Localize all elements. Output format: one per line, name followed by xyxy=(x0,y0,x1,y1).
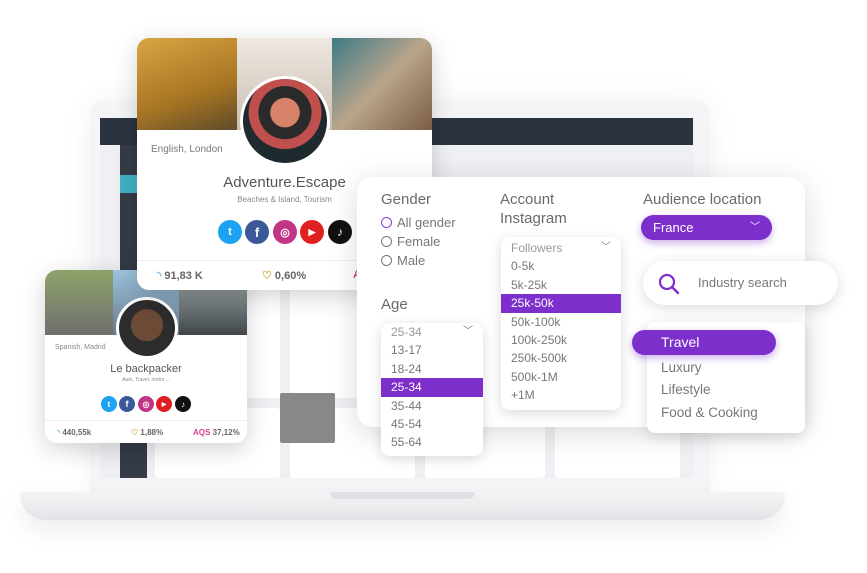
age-option[interactable]: 18-24 xyxy=(381,360,483,378)
account-label-platform: Instagram xyxy=(500,210,567,227)
tile-photo xyxy=(280,393,335,443)
industry-search-placeholder: Industry search xyxy=(698,275,787,290)
followers-option[interactable]: 100k-250k xyxy=(501,331,621,349)
followers-dropdown-value[interactable]: Followers ﹀ xyxy=(501,239,621,257)
facebook-icon[interactable]: f xyxy=(245,220,269,244)
industry-search-input[interactable]: Industry search xyxy=(643,261,838,305)
location-value: France xyxy=(653,220,694,235)
cover-photo xyxy=(137,38,237,130)
profile-location: Spanish, Madrid xyxy=(55,344,106,351)
radio-female[interactable]: Female xyxy=(381,234,440,249)
youtube-icon[interactable]: ▶ xyxy=(156,396,172,412)
industry-option[interactable]: Food & Cooking xyxy=(661,405,758,420)
followers-option[interactable]: 0-5k xyxy=(501,257,621,275)
cover-photo xyxy=(332,38,432,130)
chevron-down-icon: ﹀ xyxy=(601,242,611,253)
followers-option[interactable]: 500k-1M xyxy=(501,368,621,386)
age-option-selected[interactable]: 25-34 xyxy=(381,378,483,397)
profile-card[interactable]: Spanish, Madrid Le backpacker Auto, Trav… xyxy=(45,270,247,443)
twitter-icon[interactable]: t xyxy=(218,220,242,244)
aqs-label: AQS xyxy=(193,428,211,437)
age-dropdown-value[interactable]: 25-34 ﹀ xyxy=(381,323,483,341)
age-option[interactable]: 55-64 xyxy=(381,433,483,451)
age-option[interactable]: 35-44 xyxy=(381,397,483,415)
heart-icon: ♡ xyxy=(262,270,275,282)
location-select[interactable]: France ﹀ xyxy=(641,215,772,240)
engagement-rate: 1,88% xyxy=(140,428,164,437)
radio-male[interactable]: Male xyxy=(381,253,425,268)
followers-count: 91,83 K xyxy=(164,270,203,282)
facebook-icon[interactable]: f xyxy=(119,396,135,412)
followers-option[interactable]: 250k-500k xyxy=(501,349,621,367)
industry-option[interactable]: Luxury xyxy=(661,360,702,375)
radio-all-gender[interactable]: All gender xyxy=(381,215,456,230)
engagement-rate: 0,60% xyxy=(274,270,307,282)
chevron-down-icon: ﹀ xyxy=(463,326,473,337)
industry-option[interactable]: Lifestyle xyxy=(661,382,711,397)
followers-option-selected[interactable]: 25k-50k xyxy=(501,294,621,313)
laptop-notch xyxy=(330,492,475,499)
followers-option[interactable]: +1M xyxy=(501,386,621,404)
age-dropdown[interactable]: 25-34 ﹀ 13-17 18-24 25-34 35-44 45-54 55-… xyxy=(381,323,483,456)
tiktok-icon[interactable]: ♪ xyxy=(328,220,352,244)
cover-photo xyxy=(45,270,113,335)
avatar xyxy=(116,297,178,359)
instagram-icon[interactable]: ◎ xyxy=(138,396,154,412)
industry-option-selected[interactable]: Travel xyxy=(632,330,776,355)
profile-tags: Auto, Travel, motor ... xyxy=(122,377,170,383)
avatar xyxy=(240,76,330,166)
chevron-down-icon: ﹀ xyxy=(750,222,760,233)
tiktok-icon[interactable]: ♪ xyxy=(175,396,191,412)
age-option[interactable]: 13-17 xyxy=(381,341,483,359)
account-label: Account xyxy=(500,191,555,208)
followers-option[interactable]: 50k-100k xyxy=(501,313,621,331)
search-icon xyxy=(658,273,680,295)
instagram-icon[interactable]: ◎ xyxy=(273,220,297,244)
divider xyxy=(45,420,247,421)
youtube-icon[interactable]: ▶ xyxy=(300,220,324,244)
profile-name[interactable]: Le backpacker xyxy=(45,363,247,375)
age-option[interactable]: 45-54 xyxy=(381,415,483,433)
twitter-icon[interactable]: t xyxy=(101,396,117,412)
audience-location-label: Audience location xyxy=(643,191,762,208)
aqs-value: 37,12% xyxy=(212,428,240,437)
followers-dropdown[interactable]: Followers ﹀ 0-5k 5k-25k 25k-50k 50k-100k … xyxy=(501,237,621,410)
followers-option[interactable]: 5k-25k xyxy=(501,276,621,294)
followers-count: 440,55k xyxy=(62,428,92,437)
gender-label: Gender xyxy=(381,191,432,208)
heart-icon: ♡ xyxy=(131,428,141,437)
age-label: Age xyxy=(381,296,408,313)
profile-location: English, London xyxy=(151,144,223,155)
